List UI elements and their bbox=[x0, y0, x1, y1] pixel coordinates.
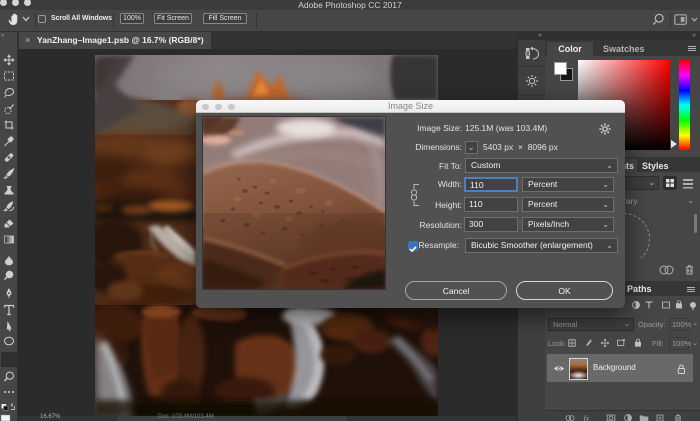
svg-text:fx: fx bbox=[584, 414, 590, 421]
